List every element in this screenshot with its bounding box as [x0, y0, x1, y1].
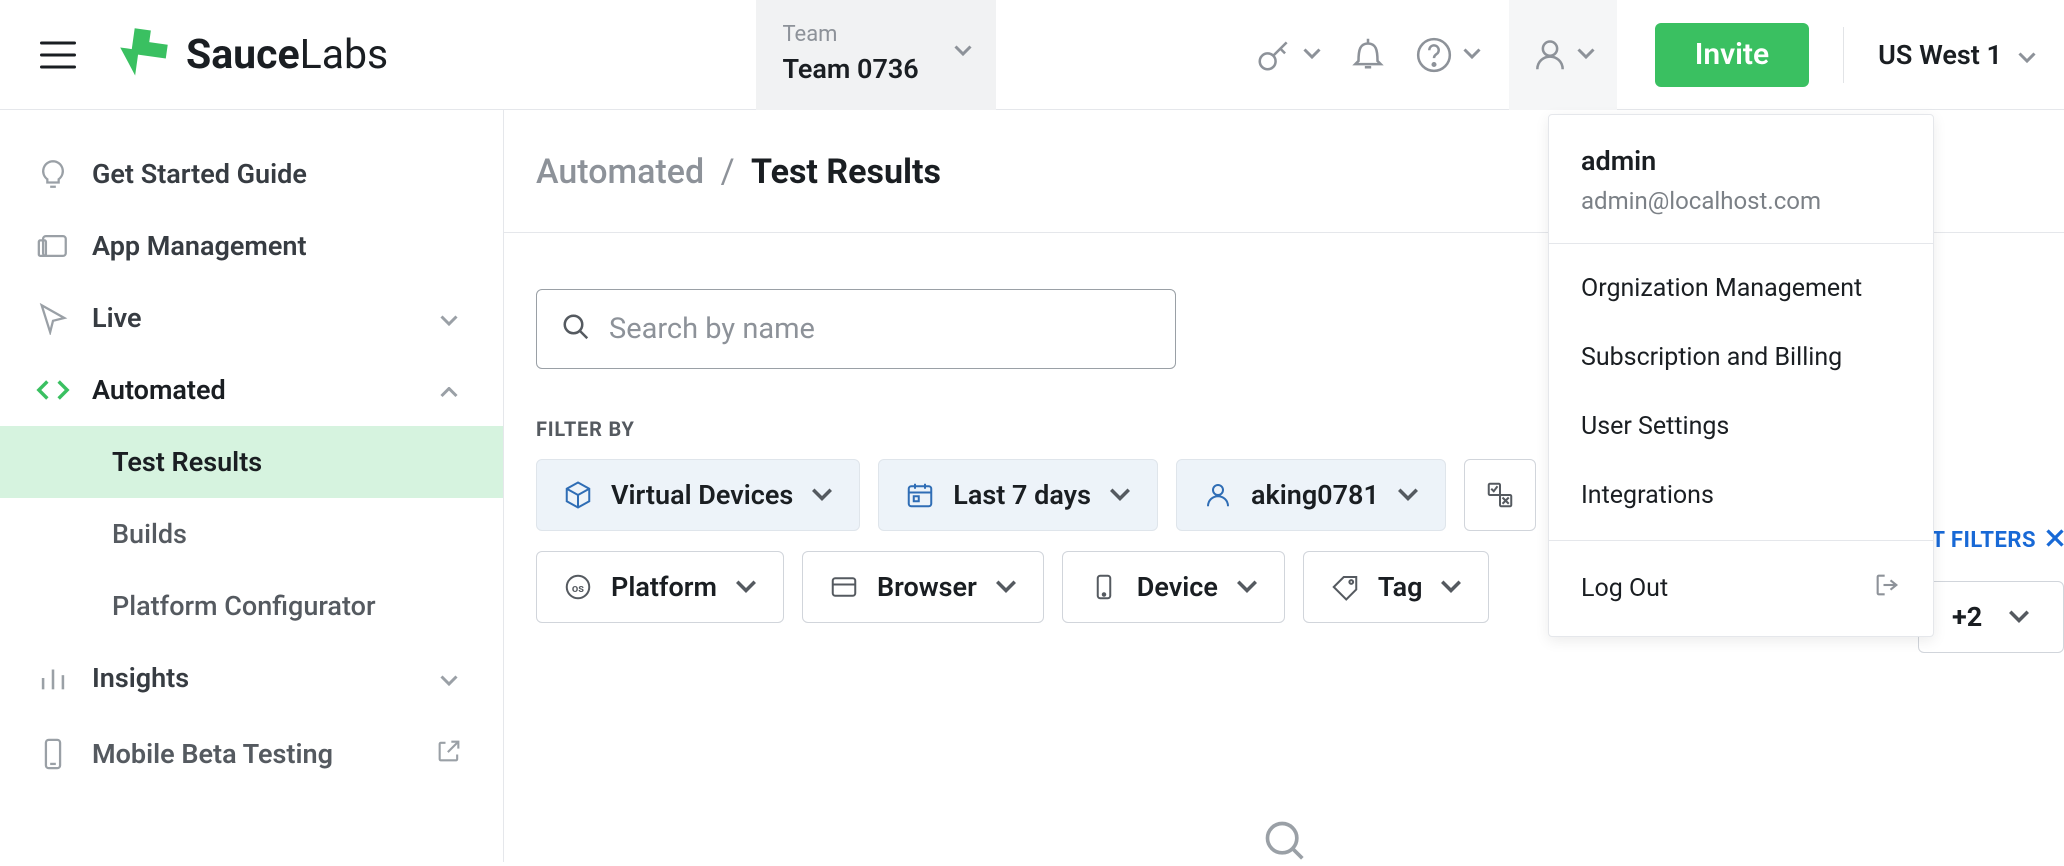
- region-selector[interactable]: US West 1: [1878, 39, 2036, 71]
- browser-icon: [829, 572, 859, 602]
- user-dropdown: admin admin@localhost.com Orgnization Ma…: [1548, 114, 1934, 637]
- breadcrumb-parent[interactable]: Automated: [536, 152, 704, 192]
- filter-overflow[interactable]: +2: [1918, 581, 2064, 653]
- loading-spinner-icon: [1262, 818, 1306, 866]
- close-icon: [2046, 528, 2064, 553]
- filter-virtual-devices[interactable]: Virtual Devices: [536, 459, 860, 531]
- filter-status[interactable]: [1464, 459, 1536, 531]
- sidebar-item-automated[interactable]: Automated: [0, 354, 503, 426]
- window-icon: [36, 229, 70, 263]
- chart-icon: [36, 661, 70, 695]
- team-value: Team 0736: [782, 53, 970, 85]
- cube-icon: [563, 480, 593, 510]
- user-dropdown-email: admin@localhost.com: [1581, 187, 1901, 215]
- automated-submenu: Test Results Builds Platform Configurato…: [0, 426, 503, 642]
- filter-tag[interactable]: Tag: [1303, 551, 1490, 623]
- chevron-down-icon: [1109, 488, 1131, 502]
- chevron-down-icon: [1236, 580, 1258, 594]
- sidebar: Get Started Guide App Management Live Au…: [0, 110, 504, 862]
- user-menu-trigger[interactable]: [1509, 0, 1617, 110]
- lightbulb-icon: [36, 157, 70, 191]
- menu-item-org-management[interactable]: Orgnization Management: [1549, 254, 1933, 323]
- sidebar-item-live[interactable]: Live: [0, 282, 503, 354]
- sidebar-item-insights[interactable]: Insights: [0, 642, 503, 714]
- help-icon: [1415, 36, 1453, 74]
- chevron-down-icon: [995, 580, 1017, 594]
- cursor-icon: [36, 301, 70, 335]
- help-button[interactable]: [1415, 36, 1481, 74]
- logo-icon: [114, 25, 172, 85]
- key-icon: [1255, 36, 1293, 74]
- sidebar-item-builds[interactable]: Builds: [112, 498, 503, 570]
- invite-button[interactable]: Invite: [1655, 23, 1809, 87]
- logo[interactable]: SauceLabs: [114, 25, 388, 85]
- filter-user[interactable]: aking0781: [1176, 459, 1446, 531]
- menu-item-integrations[interactable]: Integrations: [1549, 461, 1933, 530]
- search-box[interactable]: [536, 289, 1176, 369]
- reset-filters-link[interactable]: ET FILTERS: [1918, 528, 2064, 553]
- chevron-down-icon: [439, 662, 459, 694]
- chevron-up-icon: [439, 374, 459, 406]
- chevron-down-icon: [1463, 45, 1481, 64]
- external-link-icon: [435, 737, 463, 772]
- menu-item-subscription-billing[interactable]: Subscription and Billing: [1549, 323, 1933, 392]
- sidebar-item-mobile-beta[interactable]: Mobile Beta Testing: [0, 718, 503, 790]
- breadcrumb-current: Test Results: [751, 152, 941, 192]
- menu-item-user-settings[interactable]: User Settings: [1549, 392, 1933, 461]
- user-icon: [1531, 36, 1569, 74]
- chevron-down-icon: [1397, 488, 1419, 502]
- divider: [1843, 27, 1844, 83]
- menu-item-logout[interactable]: Log Out: [1549, 551, 1933, 626]
- os-icon: os: [563, 572, 593, 602]
- region-label: US West 1: [1878, 39, 2002, 71]
- chevron-down-icon: [811, 488, 833, 502]
- chevron-down-icon: [735, 580, 757, 594]
- api-keys-button[interactable]: [1255, 36, 1321, 74]
- filter-platform[interactable]: os Platform: [536, 551, 784, 623]
- chevron-down-icon: [1440, 580, 1462, 594]
- chevron-down-icon: [439, 302, 459, 334]
- chevron-down-icon: [2018, 39, 2036, 71]
- logo-text: SauceLabs: [186, 31, 388, 79]
- filter-browser[interactable]: Browser: [802, 551, 1044, 623]
- team-selector[interactable]: Team Team 0736: [756, 0, 996, 110]
- calendar-icon: [905, 480, 935, 510]
- mobile-icon: [36, 737, 70, 771]
- sidebar-item-get-started[interactable]: Get Started Guide: [0, 138, 503, 210]
- notifications-button[interactable]: [1349, 34, 1387, 76]
- bell-icon: [1349, 34, 1387, 76]
- logout-icon: [1873, 571, 1901, 606]
- tag-icon: [1330, 572, 1360, 602]
- filter-date-range[interactable]: Last 7 days: [878, 459, 1158, 531]
- search-icon: [561, 312, 591, 346]
- chevron-down-icon: [1577, 45, 1595, 64]
- chevron-down-icon: [2008, 610, 2030, 624]
- sidebar-item-app-management[interactable]: App Management: [0, 210, 503, 282]
- hamburger-menu[interactable]: [40, 41, 76, 69]
- svg-text:os: os: [572, 582, 584, 595]
- sidebar-item-platform-configurator[interactable]: Platform Configurator: [112, 570, 503, 642]
- device-icon: [1089, 572, 1119, 602]
- sidebar-item-test-results[interactable]: Test Results: [0, 426, 503, 498]
- chevron-down-icon: [1303, 45, 1321, 64]
- user-icon: [1203, 480, 1233, 510]
- search-input[interactable]: [609, 312, 1151, 346]
- filter-device[interactable]: Device: [1062, 551, 1285, 623]
- chevron-down-icon: [954, 42, 972, 61]
- user-dropdown-name: admin: [1581, 145, 1901, 177]
- team-label: Team: [782, 22, 970, 47]
- status-icon: [1485, 480, 1515, 510]
- code-icon: [36, 373, 70, 407]
